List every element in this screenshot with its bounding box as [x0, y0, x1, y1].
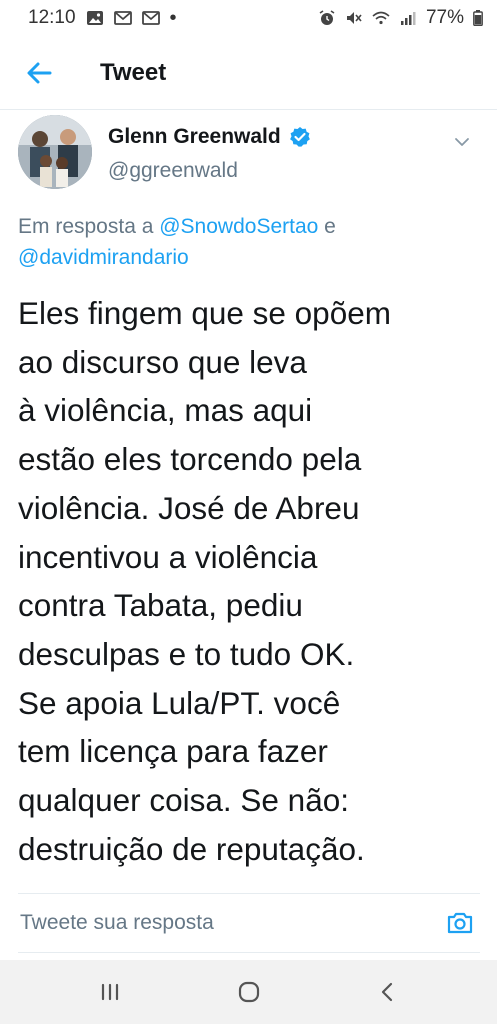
tweet-text-line: incentivou a violência	[18, 538, 318, 575]
tweet-text-line: desculpas e to tudo OK.	[18, 635, 355, 672]
author-handle[interactable]: @ggreenwald	[108, 159, 311, 183]
photo-icon	[86, 10, 104, 26]
back-button[interactable]	[0, 36, 78, 110]
reply-mention-davidmirandario[interactable]: @davidmirandario	[18, 246, 189, 269]
recent-apps-icon	[101, 983, 118, 1001]
tweet-text: Eles fingem que se opõem ao discurso que…	[18, 289, 488, 873]
android-nav-bar	[0, 960, 497, 1024]
home-icon	[238, 981, 259, 1003]
system-back-button[interactable]	[358, 967, 418, 1017]
status-right: 77%	[318, 7, 483, 29]
reply-input[interactable]: Tweete sua resposta	[18, 911, 442, 935]
wifi-icon	[372, 10, 390, 26]
reply-conjunction: e	[318, 215, 336, 238]
tweet-text-line: qualquer coisa. Se não:	[18, 782, 349, 819]
back-icon	[381, 982, 392, 1002]
avatar[interactable]	[18, 115, 92, 189]
app-header: Tweet	[0, 36, 497, 110]
recent-apps-button[interactable]	[80, 967, 140, 1017]
status-left: 12:10 •	[28, 7, 177, 29]
arrow-left-icon	[27, 62, 52, 83]
reply-mention-snowdosertao[interactable]: @SnowdoSertao	[159, 215, 318, 238]
camera-icon	[447, 912, 473, 934]
chevron-down-icon	[455, 138, 469, 146]
gmail-icon	[113, 10, 132, 26]
tweet-text-line: estão eles torcendo pela	[18, 441, 362, 478]
tweet-text-line: ao discurso que leva	[18, 343, 307, 380]
reply-bar: Tweete sua resposta	[18, 893, 480, 953]
battery-icon	[473, 10, 483, 26]
page-title: Tweet	[100, 58, 167, 86]
status-bar: 12:10 • 77%	[0, 0, 497, 36]
alarm-icon	[318, 10, 336, 26]
reply-prefix: Em resposta a	[18, 215, 160, 238]
camera-button[interactable]	[442, 905, 478, 941]
tweet-text-line: contra Tabata, pediu	[18, 587, 303, 624]
tweet: Glenn Greenwald @ggreenwald Em resposta …	[0, 111, 497, 873]
tweet-text-line: Eles fingem que se opõem	[18, 295, 391, 331]
tweet-text-line: destruição de reputação.	[18, 830, 365, 867]
gmail-icon	[141, 10, 160, 26]
tweet-text-line: tem licença para fazer	[18, 733, 328, 770]
status-time: 12:10	[28, 7, 76, 28]
tweet-text-line: à violência, mas aqui	[18, 392, 313, 429]
tweet-options-button[interactable]	[447, 127, 477, 157]
author-name-row: Glenn Greenwald	[108, 125, 311, 149]
home-button[interactable]	[219, 967, 279, 1017]
tweet-text-line: Se apoia Lula/PT. você	[18, 684, 341, 721]
verified-badge-icon	[289, 126, 311, 148]
battery-percent: 77%	[425, 7, 464, 28]
signal-icon	[399, 10, 417, 26]
author-name[interactable]: Glenn Greenwald	[108, 125, 281, 149]
author-row: Glenn Greenwald @ggreenwald	[18, 111, 479, 201]
author-info: Glenn Greenwald @ggreenwald	[108, 125, 311, 183]
mute-icon	[345, 10, 363, 26]
more-notifications-dot: •	[169, 7, 177, 29]
reply-context: Em resposta a @SnowdoSertao e @davidmiran…	[18, 211, 479, 273]
tweet-text-line: violência. José de Abreu	[18, 489, 360, 526]
